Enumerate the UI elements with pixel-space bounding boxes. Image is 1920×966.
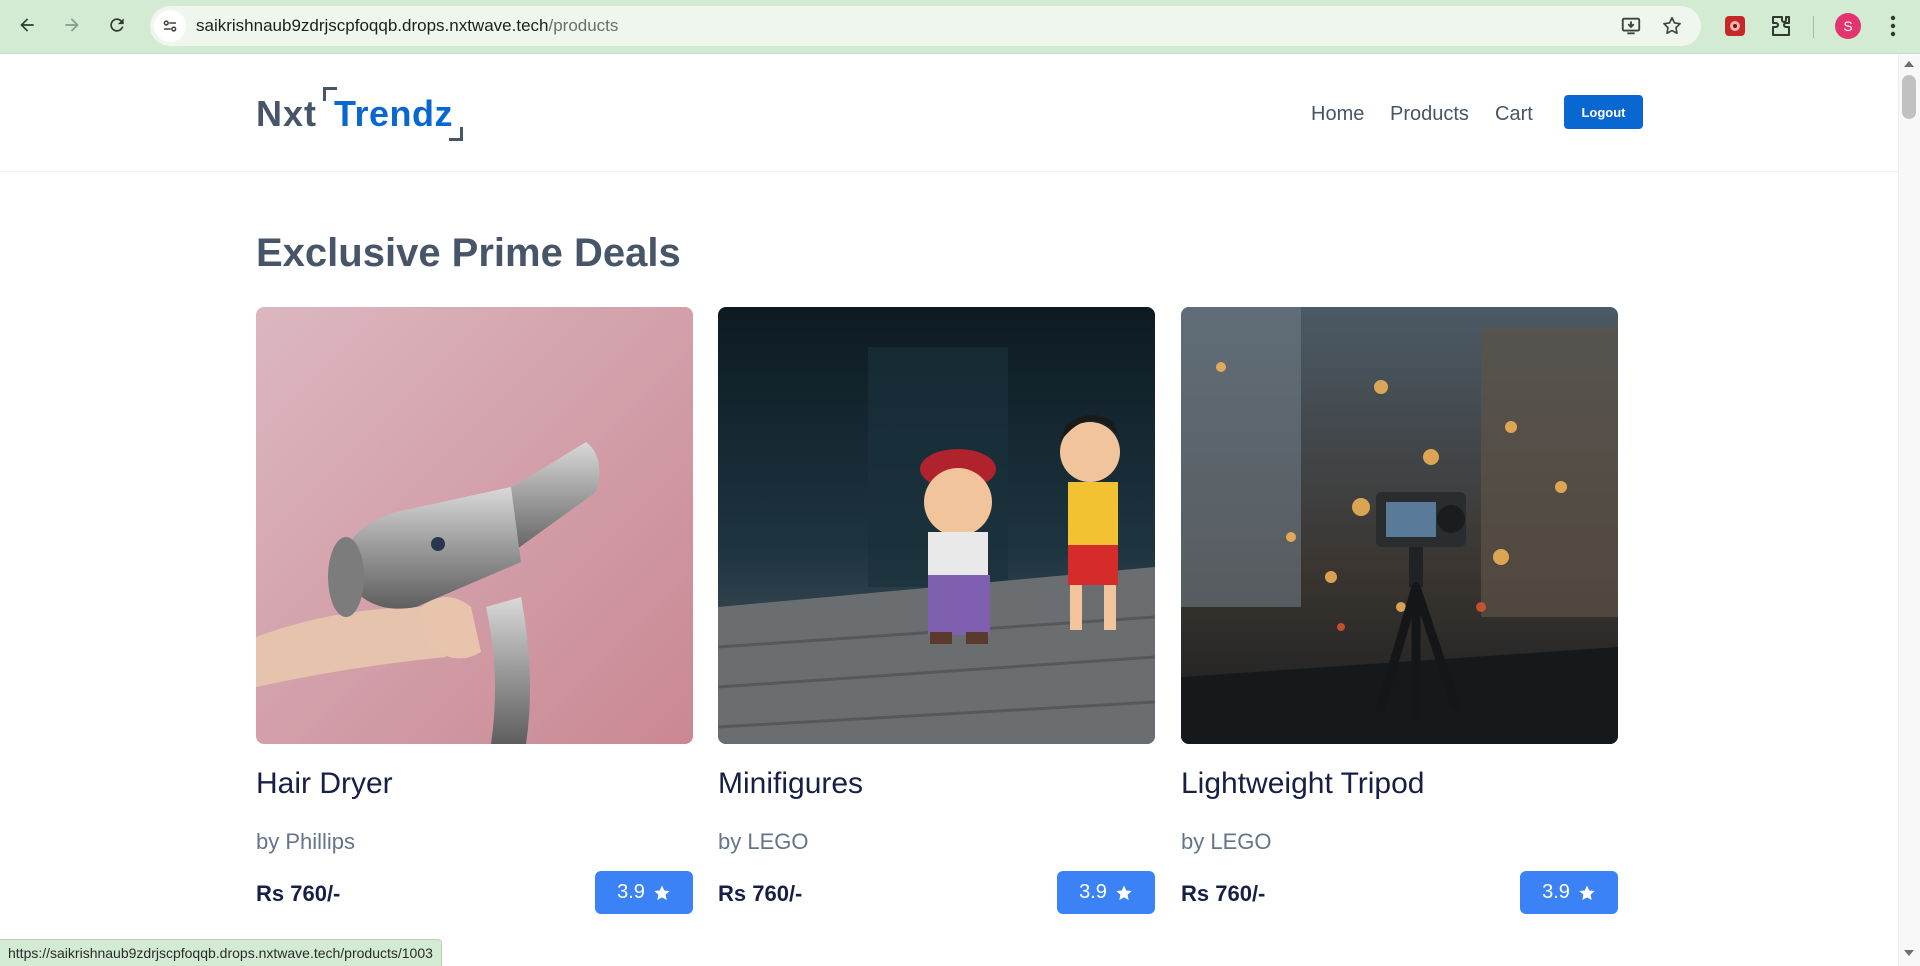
url-host: saikrishnaub9zdrjscpfoqqb.drops.nxtwave.… — [196, 16, 549, 35]
address-bar[interactable]: saikrishnaub9zdrjscpfoqqb.drops.nxtwave.… — [150, 6, 1701, 46]
product-image-hair-dryer[interactable] — [256, 307, 693, 744]
extension-icon[interactable] — [1721, 12, 1749, 40]
nav-link-home[interactable]: Home — [1311, 103, 1364, 126]
product-price: Rs 760/- — [718, 881, 803, 906]
rating-badge: 3.9 — [1057, 871, 1155, 914]
scroll-thumb[interactable] — [1902, 75, 1916, 119]
url-text[interactable]: saikrishnaub9zdrjscpfoqqb.drops.nxtwave.… — [196, 16, 618, 36]
toolbar-separator — [1813, 16, 1814, 38]
nav-link-cart[interactable]: Cart — [1495, 103, 1533, 126]
product-title[interactable]: Hair Dryer — [256, 767, 393, 801]
rating-badge: 3.9 — [595, 871, 693, 914]
back-icon — [20, 18, 34, 32]
product-price: Rs 760/- — [1181, 881, 1266, 906]
profile-avatar[interactable]: S — [1835, 13, 1861, 39]
product-image-minifigures[interactable] — [718, 307, 1155, 744]
star-icon — [1579, 885, 1595, 900]
logout-button[interactable]: Logout — [1564, 95, 1643, 129]
install-app-icon[interactable] — [1619, 14, 1643, 38]
link-status-bar: https://saikrishnaub9zdrjscpfoqqb.drops.… — [0, 939, 442, 966]
product-title[interactable]: Minifigures — [718, 767, 863, 801]
url-path: /products — [548, 16, 619, 35]
product-price: Rs 760/- — [256, 881, 341, 906]
rating-value: 3.9 — [617, 881, 645, 903]
back-button[interactable] — [10, 8, 44, 42]
star-icon — [654, 885, 670, 900]
bookmark-star-icon[interactable] — [1660, 14, 1684, 38]
page-viewport: Nxt Trendz Home Products Cart Logout Exc… — [0, 55, 1920, 966]
logo-text-nxt: Nxt — [256, 93, 318, 134]
nav-link-products[interactable]: Products — [1390, 103, 1469, 126]
rating-badge: 3.9 — [1520, 871, 1618, 914]
forward-icon — [65, 18, 79, 32]
browser-toolbar: saikrishnaub9zdrjscpfoqqb.drops.nxtwave.… — [0, 0, 1920, 54]
rating-value: 3.9 — [1079, 881, 1107, 903]
menu-dots-icon[interactable] — [1879, 12, 1907, 40]
product-brand: by LEGO — [718, 829, 809, 854]
puzzle-icon[interactable] — [1767, 12, 1795, 40]
scroll-up-arrow[interactable] — [1904, 61, 1914, 67]
page-scrollbar[interactable] — [1898, 55, 1920, 966]
site-header: Nxt Trendz Home Products Cart Logout — [0, 55, 1898, 172]
forward-button[interactable] — [55, 8, 89, 42]
logo-text-trendz: Trendz — [334, 93, 454, 134]
site-info-icon — [163, 20, 177, 32]
star-icon — [1116, 885, 1132, 900]
product-brand: by LEGO — [1181, 829, 1272, 854]
reload-icon — [110, 18, 124, 32]
logo-corner-bottom-right — [449, 127, 463, 141]
product-brand: by Phillips — [256, 829, 356, 854]
reload-button[interactable] — [100, 8, 134, 42]
rating-value: 3.9 — [1542, 881, 1570, 903]
site-info-button[interactable] — [154, 10, 186, 42]
product-title[interactable]: Lightweight Tripod — [1181, 767, 1425, 801]
section-title: Exclusive Prime Deals — [256, 231, 681, 275]
logo-trendz-frame: Trendz — [323, 87, 463, 141]
scroll-down-arrow[interactable] — [1904, 950, 1914, 956]
product-image-lightweight-tripod[interactable] — [1181, 307, 1618, 744]
